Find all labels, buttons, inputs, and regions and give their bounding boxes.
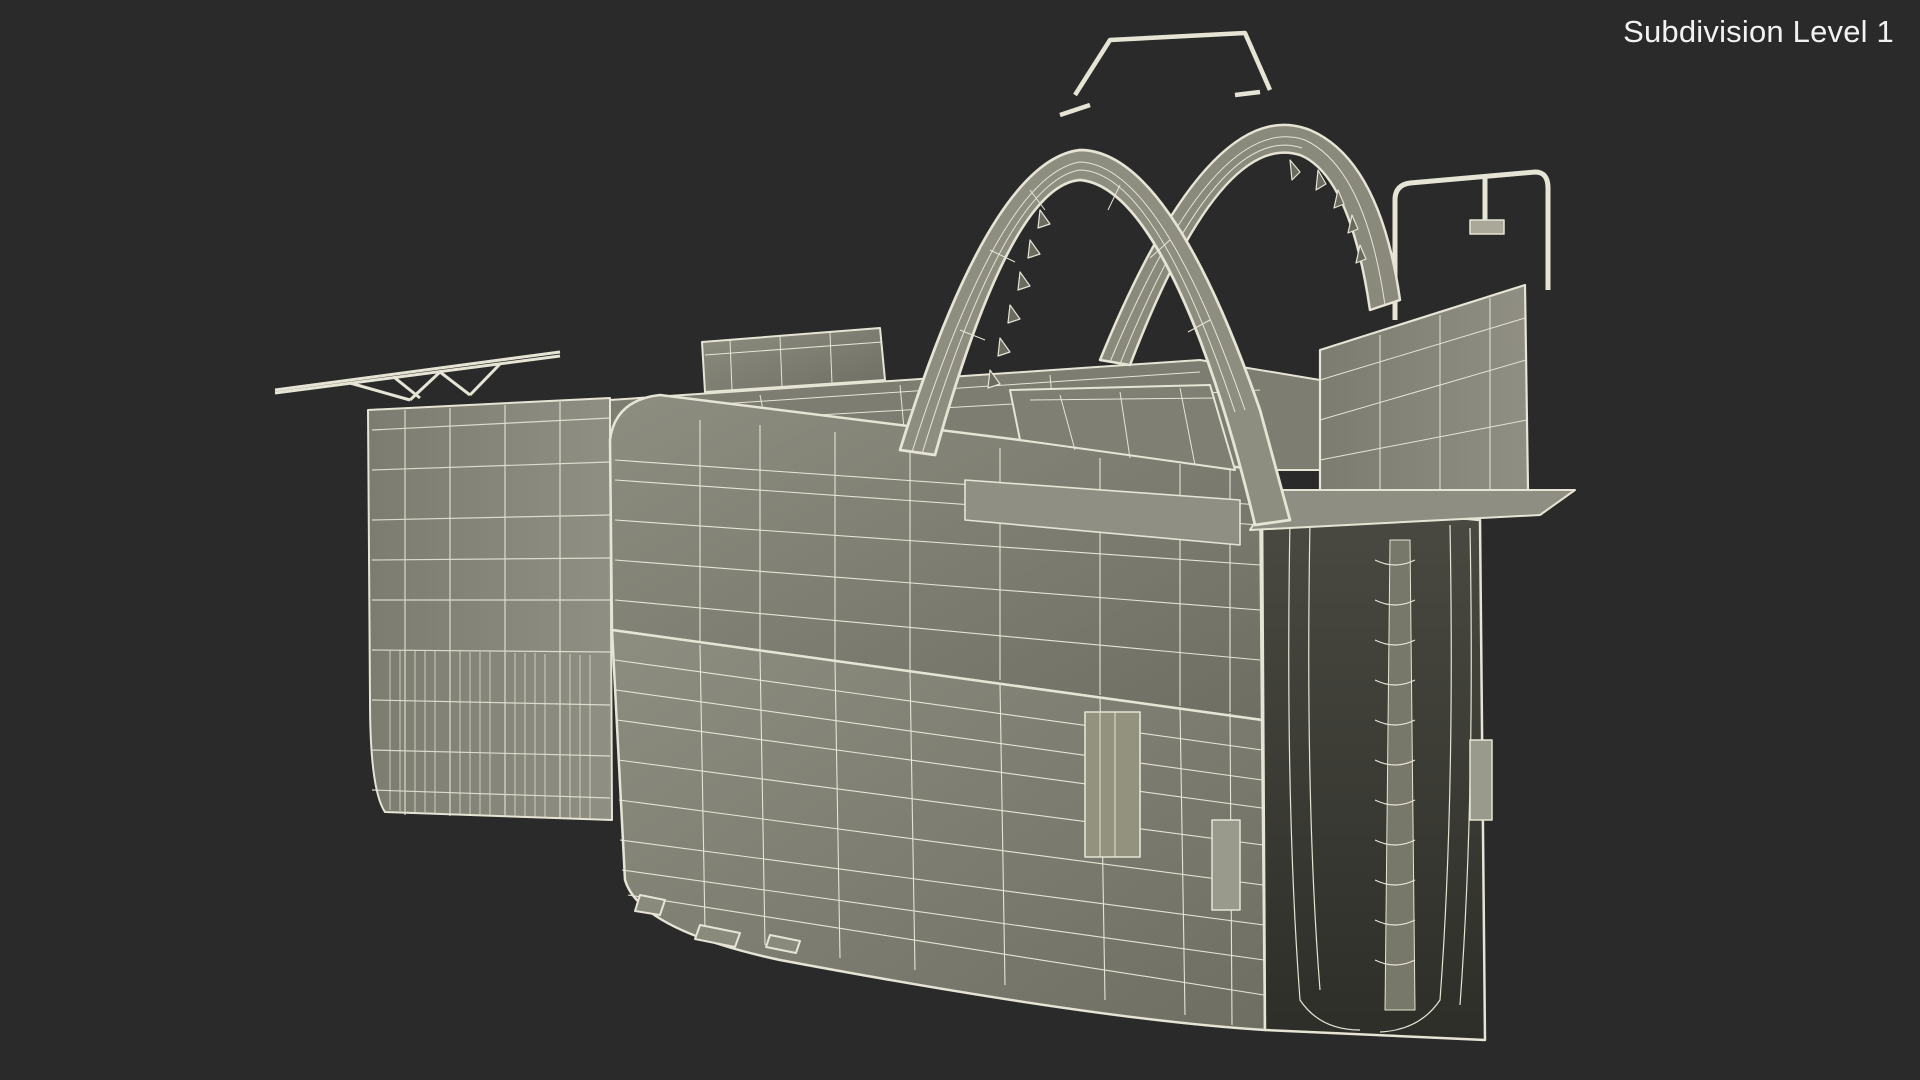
wireframe-model — [274, 30, 1576, 1042]
rail-clamp — [1469, 219, 1505, 235]
rear-arch — [1098, 123, 1402, 367]
left-antenna — [274, 350, 561, 402]
subdivision-level-label: Subdivision Level 1 — [1623, 14, 1894, 49]
left-side-box — [367, 397, 613, 821]
top-brace — [1059, 30, 1273, 118]
3d-viewport[interactable]: Subdivision Level 1 — [0, 0, 1920, 1080]
